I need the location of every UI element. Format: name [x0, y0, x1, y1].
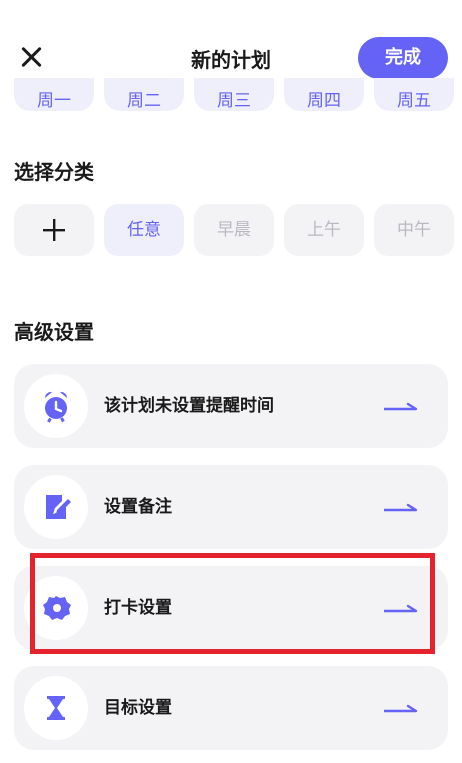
goal-setting-label: 目标设置	[104, 698, 172, 718]
arrow-right-icon	[384, 704, 418, 713]
add-category-button[interactable]	[14, 204, 94, 256]
hourglass-icon	[47, 696, 65, 720]
done-button[interactable]: 完成	[358, 37, 448, 79]
note-edit-icon	[46, 495, 71, 519]
category-forenoon[interactable]: 上午	[284, 204, 364, 256]
alarm-clock-icon	[44, 391, 68, 423]
checkin-setting-label: 打卡设置	[104, 598, 172, 618]
reminder-setting-label: 该计划未设置提醒时间	[104, 396, 274, 416]
weekday-wed[interactable]: 周三	[194, 78, 274, 111]
category-any[interactable]: 任意	[104, 204, 184, 256]
reminder-setting-row[interactable]: 该计划未设置提醒时间	[14, 364, 448, 448]
checkin-setting-row[interactable]: 打卡设置	[14, 566, 448, 650]
plus-icon	[43, 219, 65, 241]
category-morning[interactable]: 早晨	[194, 204, 274, 256]
weekday-selector: 周一 周二 周三 周四 周五	[14, 78, 462, 111]
arrow-right-icon	[384, 503, 418, 512]
category-section-title: 选择分类	[14, 160, 94, 184]
advanced-section-title: 高级设置	[14, 320, 94, 344]
arrow-right-icon	[384, 402, 418, 411]
gear-icon	[43, 596, 71, 620]
header: 新的计划 完成	[0, 0, 462, 90]
weekday-thu[interactable]: 周四	[284, 78, 364, 111]
weekday-mon[interactable]: 周一	[14, 78, 94, 111]
weekday-fri[interactable]: 周五	[374, 78, 454, 111]
goal-setting-row[interactable]: 目标设置	[14, 666, 448, 750]
note-setting-row[interactable]: 设置备注	[14, 465, 448, 549]
category-list: 任意 早晨 上午 中午	[14, 204, 462, 256]
arrow-right-icon	[384, 604, 418, 613]
note-setting-label: 设置备注	[104, 497, 172, 517]
category-noon[interactable]: 中午	[374, 204, 454, 256]
weekday-tue[interactable]: 周二	[104, 78, 184, 111]
